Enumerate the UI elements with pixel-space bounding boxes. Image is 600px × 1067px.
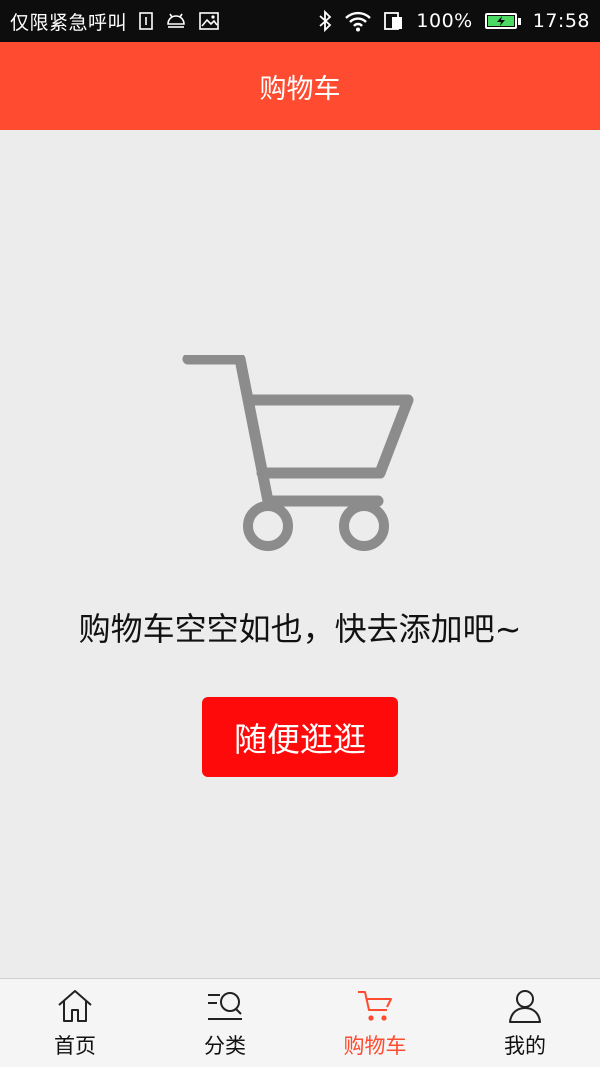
bluetooth-icon	[318, 10, 332, 32]
status-right: 100% 17:58	[318, 10, 590, 32]
battery-percent: 100%	[416, 10, 473, 32]
sim-icon	[139, 12, 153, 30]
cart-icon	[355, 986, 395, 1026]
phone-data-icon	[384, 11, 404, 31]
status-left: 仅限紧急呼叫	[10, 8, 219, 35]
category-search-icon	[205, 986, 245, 1026]
android-debug-icon	[165, 12, 187, 30]
battery-icon	[484, 13, 521, 29]
page-title: 购物车	[259, 73, 341, 105]
tab-cart[interactable]: 购物车	[300, 979, 450, 1067]
status-bar: 仅限紧急呼叫 100% 17:58	[0, 0, 600, 42]
empty-cart-message: 购物车空空如也，快去添加吧~	[78, 610, 522, 648]
home-icon	[55, 986, 95, 1026]
wifi-icon	[344, 10, 372, 32]
browse-button[interactable]: 随便逛逛	[202, 697, 398, 777]
tab-home[interactable]: 首页	[0, 979, 150, 1067]
tab-label-cart: 购物车	[343, 1034, 407, 1058]
bottom-tab-bar: 首页 分类 购物车 我的	[0, 978, 600, 1067]
tab-category[interactable]: 分类	[150, 979, 300, 1067]
image-icon	[199, 12, 219, 30]
app-header: 购物车	[0, 42, 600, 130]
tab-profile[interactable]: 我的	[450, 979, 600, 1067]
user-icon	[505, 986, 545, 1026]
shopping-cart-icon	[182, 355, 414, 551]
empty-cart-content: 购物车空空如也，快去添加吧~ 随便逛逛	[0, 130, 600, 978]
status-time: 17:58	[532, 10, 590, 32]
tab-label-profile: 我的	[504, 1034, 546, 1058]
tab-label-home: 首页	[54, 1034, 96, 1058]
tab-label-category: 分类	[204, 1034, 246, 1058]
carrier-text: 仅限紧急呼叫	[10, 11, 128, 34]
